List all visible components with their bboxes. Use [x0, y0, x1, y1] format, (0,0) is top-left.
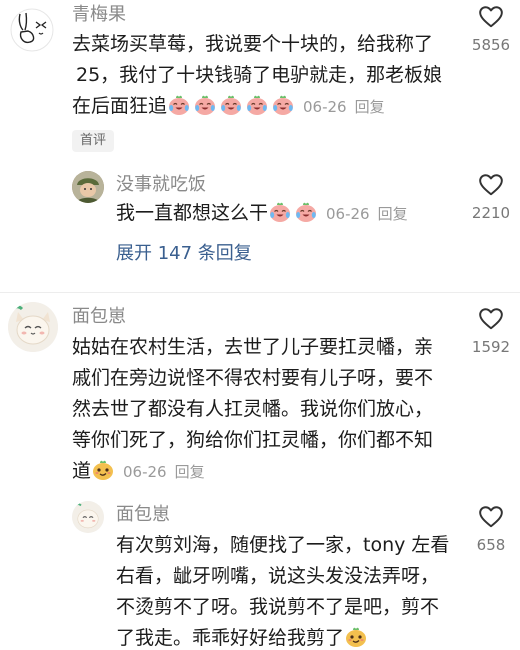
comment-item: 面包崽 姑姑在农村生活，去世了儿子要扛灵幡，亲 戚们在旁边说怪不得农村要有儿子呀…: [0, 298, 520, 650]
like-count: 2210: [471, 204, 511, 222]
soldier-avatar-icon: [72, 171, 104, 203]
reply-like-button[interactable]: 658: [466, 504, 516, 554]
comment-text-line: 道 06-26 回复: [72, 456, 467, 488]
comment-text-line: 在后面狂追 06-26 回复: [72, 91, 462, 123]
reply-button[interactable]: 回复: [355, 98, 385, 116]
reply-text: 我一直都想这么干 06-26 回复: [116, 198, 408, 230]
reply-text-line: 有次剪刘海，随便找了一家，tony 左看: [116, 534, 450, 556]
like-count: 1592: [471, 338, 511, 356]
smug-face-emoji-icon: [91, 459, 115, 481]
reply-text-line: 不烫剪不了呀。我说剪不了是吧，剪不: [116, 596, 440, 618]
avatar[interactable]: [10, 8, 54, 52]
comment-text-line: 姑姑在农村生活，去世了儿子要扛灵幡，亲: [72, 336, 434, 358]
comment-date: 06-26: [123, 463, 167, 481]
expand-replies-link[interactable]: 展开 147 条回复: [116, 243, 252, 265]
cat-avatar-icon: [8, 302, 58, 352]
avatar[interactable]: [8, 302, 58, 352]
like-button[interactable]: 1592: [466, 306, 516, 356]
reply-button[interactable]: 回复: [378, 205, 408, 223]
reply-meta: 06-26 回复: [326, 205, 408, 223]
first-comment-badge: 首评: [72, 130, 115, 152]
like-count: 5856: [471, 36, 511, 54]
comment-text: 姑姑在农村生活，去世了儿子要扛灵幡，亲 戚们在旁边说怪不得农村要有儿子呀，要不 …: [72, 332, 467, 488]
comment-text-line: 去菜场买草莓，我说要个十块的，给我称了: [72, 33, 434, 55]
heart-outline-icon: [478, 172, 504, 198]
heart-outline-icon: [478, 504, 504, 530]
reply-text-content: 我一直都想这么干: [116, 202, 269, 224]
comment-text-line: 等你们死了，狗给你们扛灵幡，你们都不知: [72, 429, 434, 451]
reply-avatar[interactable]: [72, 501, 104, 533]
comment-meta: 06-26 回复: [123, 463, 205, 481]
like-count: 658: [476, 536, 506, 554]
crying-laughing-emoji-icon: [245, 94, 269, 116]
smug-face-emoji-icon: [344, 626, 368, 648]
divider: [0, 292, 520, 293]
crying-laughing-emoji-icon: [219, 94, 243, 116]
reply-author[interactable]: 面包崽: [116, 504, 170, 526]
comment-item: 青梅果 去菜场买草莓，我说要个十块的，给我称了 25，我付了十块钱骑了电驴就走，…: [0, 0, 520, 290]
comment-meta: 06-26 回复: [303, 98, 385, 116]
reply-text-line: 了我走。乖乖好好给我剪了: [116, 623, 466, 650]
comment-text-line: 25，我付了十块钱骑了电驴就走，那老板娘: [76, 64, 443, 86]
comment-text-line-text: 道: [72, 460, 92, 482]
reply-button[interactable]: 回复: [175, 463, 205, 481]
comment-author[interactable]: 面包崽: [72, 306, 126, 328]
crying-laughing-emoji-icon: [167, 94, 191, 116]
bunny-avatar-icon: [10, 8, 54, 52]
crying-laughing-emoji-icon: [271, 94, 295, 116]
heart-outline-icon: [478, 306, 504, 332]
crying-laughing-emoji-icon: [268, 201, 292, 223]
comment-text-line: 戚们在旁边说怪不得农村要有儿子呀，要不: [72, 367, 434, 389]
comment-text-line: 然去世了都没有人扛灵幡。我说你们放心，: [72, 398, 434, 420]
like-button[interactable]: 5856: [466, 4, 516, 54]
heart-outline-icon: [478, 4, 504, 30]
comment-text-line-text: 在后面狂追: [72, 95, 168, 117]
crying-laughing-emoji-icon: [193, 94, 217, 116]
reply-date: 06-26: [326, 205, 370, 223]
comment-date: 06-26: [303, 98, 347, 116]
reply-like-button[interactable]: 2210: [466, 172, 516, 222]
reply-author[interactable]: 没事就吃饭: [116, 174, 206, 196]
cat-avatar-icon: [72, 501, 104, 533]
reply-text: 有次剪刘海，随便找了一家，tony 左看 右看，龇牙咧嘴，说这头发没法弄呀， 不…: [116, 530, 466, 650]
reply-text-line-text: 了我走。乖乖好好给我剪了: [116, 627, 345, 649]
reply-avatar[interactable]: [72, 171, 104, 203]
reply-text-line: 右看，龇牙咧嘴，说这头发没法弄呀，: [116, 565, 440, 587]
comment-author[interactable]: 青梅果: [72, 4, 126, 26]
crying-laughing-emoji-icon: [294, 201, 318, 223]
comment-text: 去菜场买草莓，我说要个十块的，给我称了 25，我付了十块钱骑了电驴就走，那老板娘…: [72, 29, 462, 123]
